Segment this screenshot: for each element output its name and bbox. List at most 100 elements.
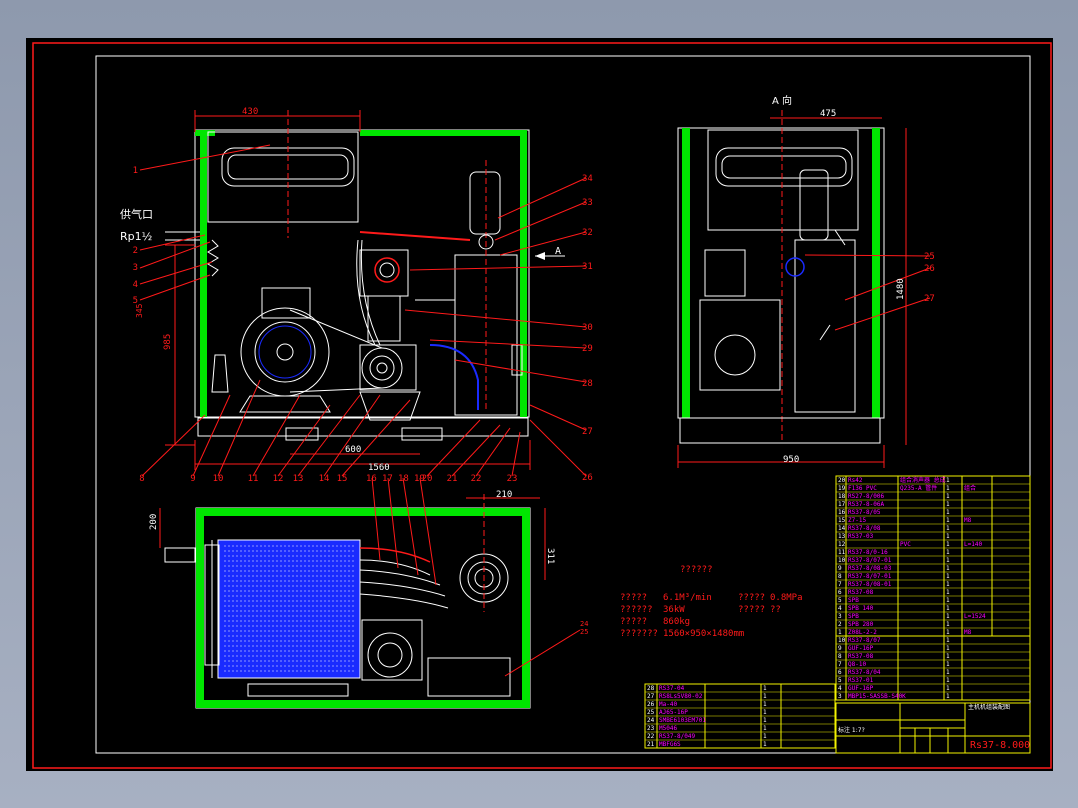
bom-cell-no: 20 — [838, 477, 846, 484]
callout-18: 18 — [398, 474, 409, 484]
bom-cell-code: SPB 280 — [848, 621, 874, 628]
spec-label: ????? — [620, 617, 647, 627]
bom-cell-code: RS37-04 — [659, 685, 685, 692]
callout-27: 27 — [582, 427, 593, 437]
bom-cell-code: M5046 — [659, 725, 677, 732]
bom-cell-qty: 1 — [946, 485, 950, 492]
bom-cell-code: Q8-10 — [848, 661, 866, 668]
bom-cell-qty: 1 — [946, 493, 950, 500]
bom-cell-no: 2 — [838, 621, 842, 628]
spec-value: 1560×950×1480mm — [663, 629, 744, 639]
bom-cell-no: 13 — [838, 533, 846, 540]
bom-cell-qty: 1 — [763, 717, 767, 724]
bom-cell-qty: 1 — [946, 653, 950, 660]
bom-cell-qty: 1 — [946, 605, 950, 612]
callout-26: 26 — [582, 473, 593, 483]
callout-9: 9 — [190, 474, 195, 484]
bom-cell-no: 17 — [838, 501, 846, 508]
bom-cell-code: MBFG6S — [659, 741, 681, 748]
bom-cell-qty: 1 — [946, 629, 950, 636]
spec-value: 6.1M³/min — [663, 593, 712, 603]
bom-cell-no: 23 — [647, 725, 655, 732]
callout-17: 17 — [382, 474, 393, 484]
dim-top-width: 430 — [242, 107, 258, 117]
bom-cell-code: RS8Ls5V80-02 — [659, 693, 703, 700]
callout-5: 5 — [133, 296, 138, 306]
bom-cell-no: 4 — [838, 685, 842, 692]
bom-cell-qty: 1 — [946, 509, 950, 516]
callout-15: 15 — [337, 474, 348, 484]
bom-cell-no: 6 — [838, 669, 842, 676]
bom-cell-no: 12 — [838, 541, 846, 548]
bom-cell-no: 5 — [838, 597, 842, 604]
bom-cell-qty: 1 — [763, 725, 767, 732]
bom-cell-no: 8 — [838, 653, 842, 660]
bom-cell-no: 10 — [838, 557, 846, 564]
side-view-title: A 向 — [772, 94, 792, 107]
bom-cell-code: RS37-8/04 — [848, 669, 881, 676]
dim-height: 985 — [163, 334, 173, 350]
bom-cell-qty: 1 — [763, 685, 767, 692]
callout-28: 28 — [582, 379, 593, 389]
bom-cell-code: RS27-8/006 — [848, 493, 885, 500]
bom-cell-code: F136 PVC — [848, 485, 877, 492]
label-air-outlet: 供气口 — [120, 207, 153, 221]
bom-cell-qty: 1 — [946, 541, 950, 548]
bom-cell-code: RS37-08 — [848, 589, 874, 596]
bom-cell-code: RS37-01 — [848, 677, 874, 684]
bom-cell-code: SMBE6103EM701 — [659, 717, 706, 724]
bom-cell-no: 7 — [838, 661, 842, 668]
bom-cell-qty: 1 — [763, 701, 767, 708]
bom-cell-mat: L=1524 — [964, 613, 986, 620]
bom-cell-qty: 1 — [946, 613, 950, 620]
bom-cell-qty: 1 — [946, 669, 950, 676]
bom-cell-no: 3 — [838, 693, 842, 700]
bom-cell-no: 11 — [838, 549, 846, 556]
bom-cell-no: 8 — [838, 573, 842, 580]
callout-11: 11 — [248, 474, 259, 484]
bom-cell-no: 18 — [838, 493, 846, 500]
spec-label: ??????? — [620, 629, 658, 639]
bom-cell-mat: M8 — [964, 517, 972, 524]
bom-cell-qty: 1 — [763, 693, 767, 700]
bom-cell-qty: 1 — [946, 573, 950, 580]
callout-3: 3 — [133, 263, 138, 273]
callout-31: 31 — [582, 262, 593, 272]
bom-cell-qty: 1 — [946, 581, 950, 588]
top-dim-width: 210 — [496, 490, 512, 500]
dim-inner-width: 600 — [345, 445, 361, 455]
callout-21: 21 — [447, 474, 458, 484]
bom-cell-code: RS37-8/08-01 — [848, 581, 892, 588]
bom-cell-no: 24 — [647, 717, 655, 724]
bom-cell-qty: 1 — [946, 549, 950, 556]
bom-cell-no: 9 — [838, 565, 842, 572]
bom-cell-code: GUF-16P — [848, 685, 874, 692]
bom-cell-qty: 1 — [946, 661, 950, 668]
callout-2: 2 — [133, 246, 138, 256]
top-dim-height: 311 — [545, 548, 555, 564]
bom-cell-code: Rs42 — [848, 477, 863, 484]
bom-cell-qty: 1 — [946, 621, 950, 628]
bom-cell-no: 5 — [838, 677, 842, 684]
bom-cell-code: RS37-8/07-01 — [848, 557, 892, 564]
spec-label: ?????? — [620, 605, 653, 615]
bom-cell-no: 19 — [838, 485, 846, 492]
top-dim-left: 200 — [149, 514, 159, 530]
callout-25: 25 — [924, 252, 935, 262]
bom-cell-no: 1 — [838, 629, 842, 636]
bom-cell-code: RS37-8/05 — [848, 509, 881, 516]
bom-cell-code: RS37-8/08 — [848, 525, 881, 532]
callout-25: 25 — [580, 628, 588, 636]
bom-cell-name: 组合消声器 总成 — [900, 476, 946, 484]
callout-10: 10 — [213, 474, 224, 484]
bom-cell-no: 22 — [647, 733, 655, 740]
spec-value: 0.8MPa — [770, 593, 803, 603]
callout-19: 19 — [414, 474, 425, 484]
bom-cell-no: 16 — [838, 509, 846, 516]
bom-cell-code: RS37-08 — [848, 653, 874, 660]
bom-cell-no: 7 — [838, 581, 842, 588]
bom-cell-no: 4 — [838, 605, 842, 612]
bom-cell-qty: 1 — [763, 709, 767, 716]
callout-29: 29 — [582, 344, 593, 354]
callout-30: 30 — [582, 323, 593, 333]
